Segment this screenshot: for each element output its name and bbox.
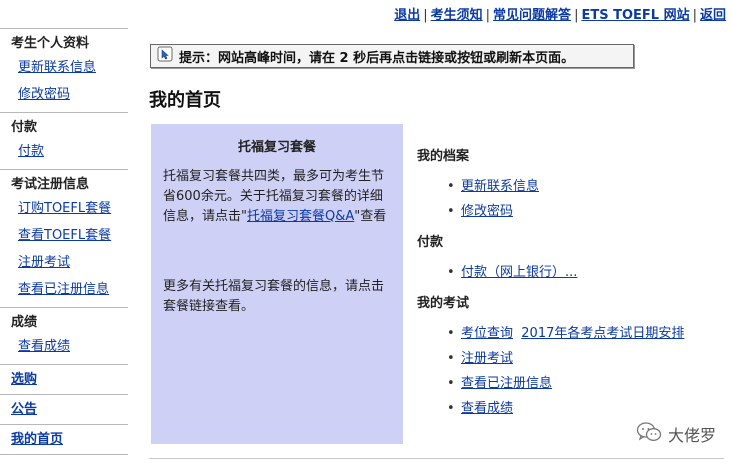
sidebar-item-update-contact[interactable]: 更新联系信息 bbox=[11, 54, 128, 81]
sidebar-link-shop[interactable]: 选购 bbox=[11, 372, 37, 387]
notice-text: 提示：网站高峰时间，请在 2 秒后再点击链接或按钮或刷新本页面。 bbox=[179, 50, 575, 66]
my-exams-list: • 考位查询 2017年各考点考试日期安排 • 注册考试 • 查看已注册信息 • 查看成… bbox=[417, 321, 717, 421]
sidebar-section-registration: 考试注册信息 订购TOEFL套餐 查看TOEFL套餐 注册考试 查看已注册信息 bbox=[0, 169, 128, 307]
bullet-icon: • bbox=[447, 401, 455, 416]
bullet-icon: • bbox=[447, 351, 455, 366]
package-description: 托福复习套餐共四类，最多可为考生节省600余元。关于托福复习套餐的详细信息，请点… bbox=[163, 167, 391, 227]
nav-faq-link[interactable]: 常见问题解答 bbox=[493, 8, 571, 23]
page-title: 我的首页 bbox=[149, 90, 221, 111]
watermark: 大佬罗 bbox=[636, 421, 716, 447]
nav-separator: | bbox=[574, 8, 579, 23]
home-links-column: 我的档案 • 更新联系信息 • 修改密码 付款 • 付款（网上银行）... 我的考试 … bbox=[417, 148, 717, 421]
nav-back-link[interactable]: 返回 bbox=[700, 8, 726, 23]
list-item: • 注册考试 bbox=[417, 346, 717, 371]
bullet-icon: • bbox=[447, 179, 455, 194]
list-item: • 修改密码 bbox=[417, 199, 717, 224]
seat-query-link[interactable]: 考位查询 bbox=[461, 326, 513, 341]
view-scores-link[interactable]: 查看成绩 bbox=[461, 401, 513, 416]
watermark-text: 大佬罗 bbox=[667, 426, 716, 445]
sidebar-item-view-toefl-package[interactable]: 查看TOEFL套餐 bbox=[11, 222, 128, 249]
update-contact-link[interactable]: 更新联系信息 bbox=[461, 179, 539, 194]
top-nav: 退出 | 考生须知 | 常见问题解答 | ETS TOEFL 网站 | 返回 bbox=[394, 4, 726, 23]
package-qa-link[interactable]: 托福复习套餐Q&A bbox=[247, 209, 354, 224]
online-banking-payment-link[interactable]: 付款（网上银行）... bbox=[461, 265, 577, 280]
package-more-info: 更多有关托福复习套餐的信息，请点击套餐链接查看。 bbox=[163, 279, 385, 314]
nav-separator: | bbox=[423, 8, 428, 23]
payment-list: • 付款（网上银行）... bbox=[417, 260, 717, 285]
sidebar-heading-registration: 考试注册信息 bbox=[11, 177, 90, 192]
list-item: • 付款（网上银行）... bbox=[417, 260, 717, 285]
sidebar-section-scores: 成绩 查看成绩 bbox=[0, 307, 128, 364]
change-password-link[interactable]: 修改密码 bbox=[461, 204, 513, 219]
sidebar-item-change-password[interactable]: 修改密码 bbox=[11, 81, 128, 108]
sidebar-link-my-home[interactable]: 我的首页 bbox=[11, 432, 63, 447]
nav-separator: | bbox=[485, 8, 491, 23]
register-exam-link[interactable]: 注册考试 bbox=[461, 351, 513, 366]
sidebar-heading-payment: 付款 bbox=[11, 120, 38, 135]
sidebar-item-register-exam[interactable]: 注册考试 bbox=[11, 249, 128, 276]
sidebar-item-order-toefl-package[interactable]: 订购TOEFL套餐 bbox=[11, 195, 128, 222]
sidebar-section-payment: 付款 付款 bbox=[0, 112, 128, 169]
sidebar-item-view-registration[interactable]: 查看已注册信息 bbox=[11, 276, 128, 303]
sidebar-heading-profile: 考生个人资料 bbox=[11, 36, 90, 51]
sidebar: 考生个人资料 更新联系信息 修改密码 付款 付款 考试注册信息 订购TOEFL套… bbox=[0, 28, 128, 456]
toefl-package-box: 托福复习套餐 托福复习套餐共四类，最多可为考生节省600余元。关于托福复习套餐的… bbox=[151, 124, 403, 444]
my-exams-heading: 我的考试 bbox=[417, 296, 470, 311]
bottom-divider bbox=[149, 458, 724, 459]
sidebar-divider bbox=[0, 454, 128, 456]
nav-logout-link[interactable]: 退出 bbox=[394, 8, 420, 23]
sidebar-link-announcements[interactable]: 公告 bbox=[11, 402, 37, 417]
sidebar-section-home: 我的首页 bbox=[0, 424, 128, 454]
nav-separator: | bbox=[692, 8, 697, 23]
sidebar-item-view-scores[interactable]: 查看成绩 bbox=[11, 333, 128, 360]
my-profile-heading: 我的档案 bbox=[417, 149, 470, 164]
package-text-after: "查看 bbox=[354, 209, 387, 224]
list-item: • 查看成绩 bbox=[417, 396, 717, 421]
sidebar-section-announcements: 公告 bbox=[0, 394, 128, 424]
sidebar-section-profile: 考生个人资料 更新联系信息 修改密码 bbox=[0, 28, 128, 112]
view-registration-link[interactable]: 查看已注册信息 bbox=[461, 376, 552, 391]
bullet-icon: • bbox=[447, 326, 455, 341]
payment-heading: 付款 bbox=[417, 235, 444, 250]
bullet-icon: • bbox=[447, 265, 455, 280]
exam-schedule-link[interactable]: 2017年各考点考试日期安排 bbox=[521, 326, 684, 341]
wechat-icon bbox=[636, 421, 668, 447]
sidebar-heading-scores: 成绩 bbox=[11, 315, 38, 330]
my-profile-list: • 更新联系信息 • 修改密码 bbox=[417, 174, 717, 224]
bullet-icon: • bbox=[447, 204, 455, 219]
list-item: • 考位查询 2017年各考点考试日期安排 bbox=[417, 321, 717, 346]
notice-banner: 提示：网站高峰时间，请在 2 秒后再点击链接或按钮或刷新本页面。 bbox=[150, 44, 634, 68]
package-title: 托福复习套餐 bbox=[237, 140, 316, 155]
nav-ets-toefl-link[interactable]: ETS TOEFL 网站 bbox=[581, 8, 689, 23]
list-item: • 查看已注册信息 bbox=[417, 371, 717, 396]
list-item: • 更新联系信息 bbox=[417, 174, 717, 199]
nav-candidate-notice-link[interactable]: 考生须知 bbox=[431, 8, 483, 23]
bullet-icon: • bbox=[447, 376, 455, 391]
sidebar-section-shop: 选购 bbox=[0, 364, 128, 394]
sidebar-item-payment[interactable]: 付款 bbox=[11, 138, 128, 165]
info-mouse-icon bbox=[157, 46, 173, 66]
